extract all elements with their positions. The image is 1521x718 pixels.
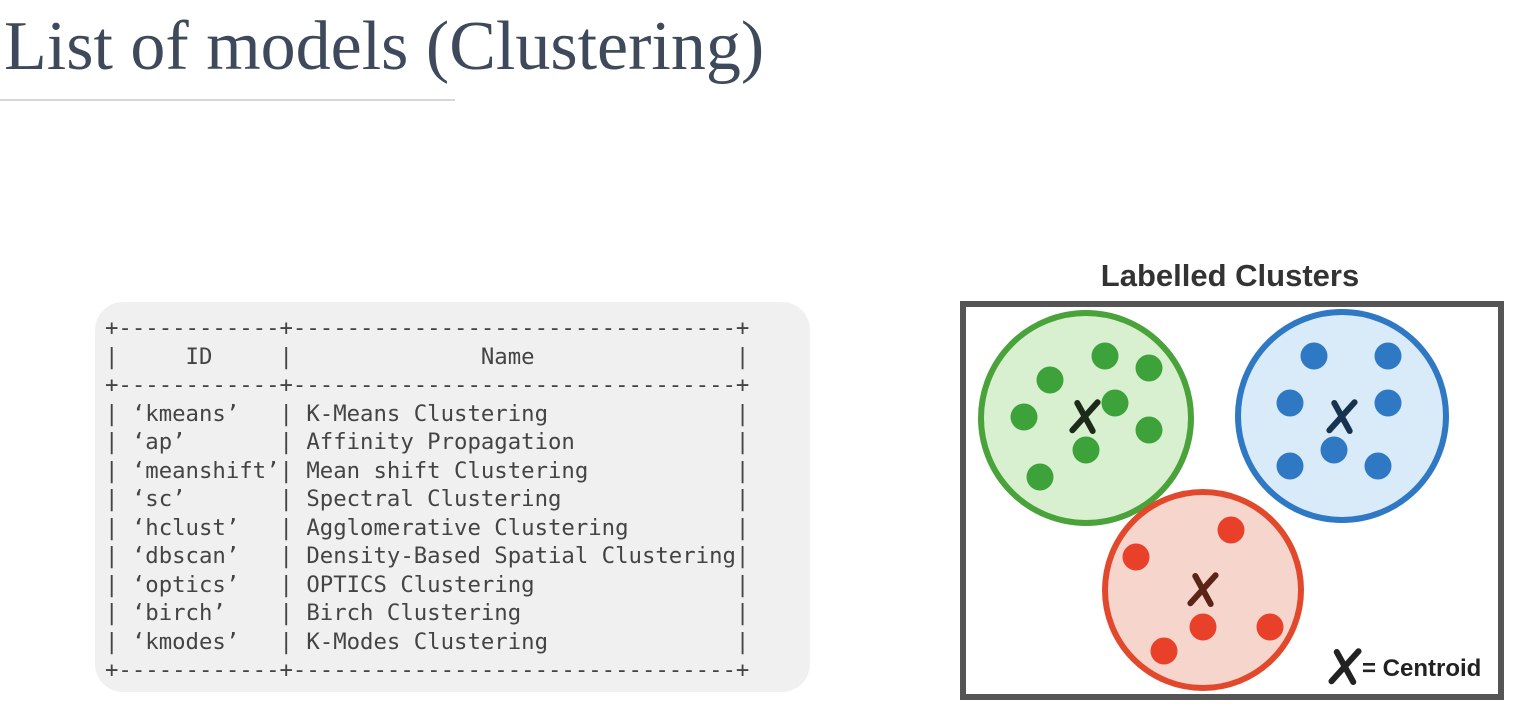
cluster-green-point (1135, 354, 1163, 382)
cluster-red-point (1150, 637, 1178, 665)
figure-title: Labelled Clusters (1101, 258, 1359, 293)
cluster-blue-point (1276, 452, 1304, 480)
clusters-figure-svg: Labelled Clusters = Centroid (960, 258, 1504, 700)
cluster-red (1102, 489, 1304, 691)
title-underline (0, 99, 455, 101)
cluster-red-point (1256, 613, 1284, 641)
cluster-green (978, 310, 1194, 526)
cluster-green-point (1101, 389, 1129, 417)
legend-text: = Centroid (1362, 655, 1481, 682)
cluster-blue-point (1320, 436, 1348, 464)
cluster-blue-point (1276, 389, 1304, 417)
slide-title: List of models (Clustering) (4, 8, 765, 85)
slide: List of models (Clustering) +-----------… (0, 0, 1521, 718)
cluster-blue-point (1374, 342, 1402, 370)
cluster-red-point (1217, 516, 1245, 544)
cluster-blue-point (1364, 452, 1392, 480)
cluster-red-point (1189, 613, 1217, 641)
model-table: +------------+--------------------------… (105, 315, 750, 683)
cluster-green-point (1036, 366, 1064, 394)
cluster-green-point (1026, 463, 1054, 491)
cluster-red-point (1122, 543, 1150, 571)
cluster-green-point (1091, 342, 1119, 370)
clusters-figure: Labelled Clusters = Centroid (950, 250, 1510, 710)
cluster-blue-point (1300, 342, 1328, 370)
cluster-green-point (1010, 403, 1038, 431)
cluster-blue (1235, 309, 1449, 523)
cluster-blue-point (1374, 389, 1402, 417)
cluster-green-point (1135, 416, 1163, 444)
cluster-green-point (1072, 436, 1100, 464)
